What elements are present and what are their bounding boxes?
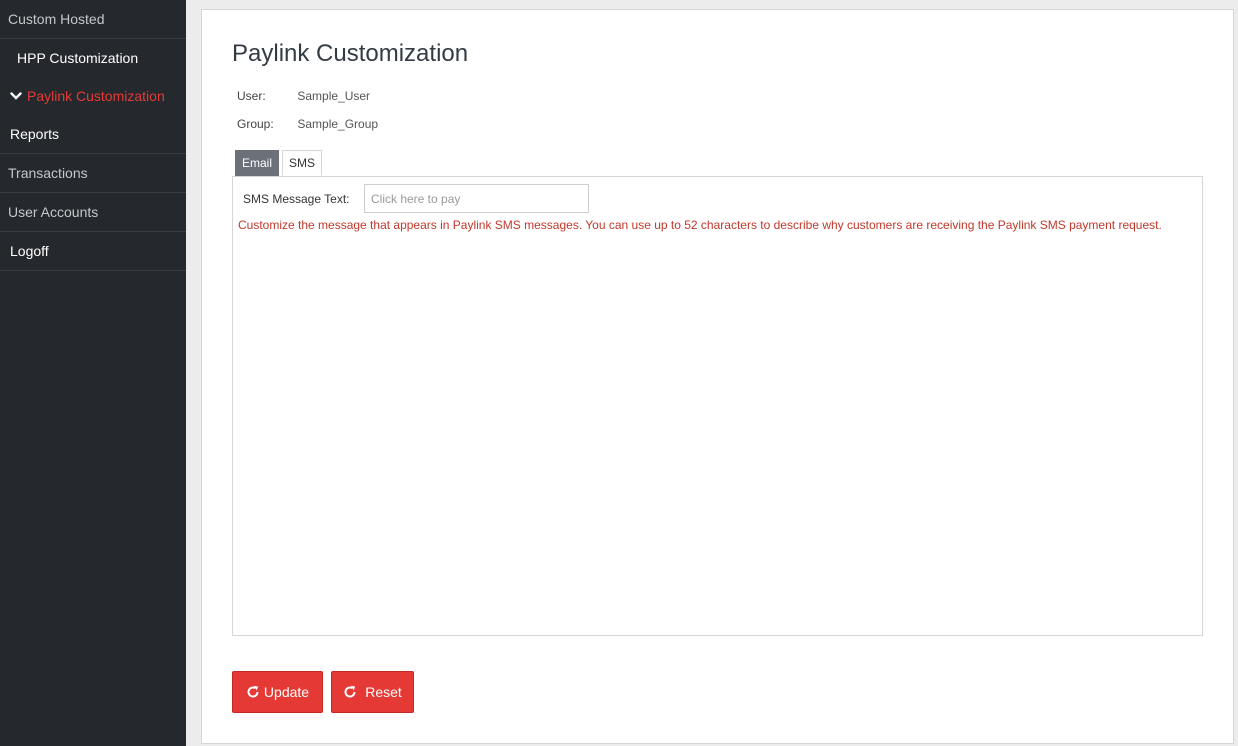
page-title: Paylink Customization (232, 40, 469, 67)
sidebar-item-label: Paylink Customization (27, 88, 165, 104)
sidebar-item-label: Custom Hosted (8, 11, 105, 27)
main-panel: Paylink Customization User: Sample_User … (201, 9, 1234, 744)
group-label: Group: (237, 117, 274, 131)
sidebar-item-logoff[interactable]: Logoff (0, 232, 186, 271)
sidebar-item-reports[interactable]: Reports (0, 115, 186, 154)
tab-sms[interactable]: SMS (282, 150, 323, 176)
user-label: User: (237, 89, 266, 103)
sidebar-item-label: User Accounts (8, 204, 99, 220)
sms-help-text: Customize the message that appears in Pa… (238, 218, 1162, 232)
group-value: Sample_Group (297, 117, 379, 131)
sidebar-item-label: HPP Customization (17, 50, 139, 66)
update-button-label: Update (263, 684, 310, 700)
sidebar-item-custom-hosted[interactable]: Custom Hosted (0, 0, 186, 39)
chevron-down-icon (10, 88, 22, 104)
refresh-icon (343, 685, 357, 699)
sms-tab-content: SMS Message Text: Customize the message … (232, 176, 1203, 636)
tab-email[interactable]: Email (235, 150, 280, 176)
reset-button-label: Reset (365, 684, 402, 700)
sidebar-item-user-accounts[interactable]: User Accounts (0, 193, 186, 232)
tab-bar: Email SMS (235, 150, 323, 176)
update-button[interactable]: Update (232, 671, 323, 713)
sidebar-item-label: Transactions (8, 165, 88, 181)
sidebar-item-hpp-customization[interactable]: HPP Customization (0, 39, 186, 77)
sms-message-input[interactable] (364, 184, 589, 213)
sms-message-label: SMS Message Text: (243, 192, 350, 206)
refresh-icon (246, 685, 260, 699)
sidebar-item-transactions[interactable]: Transactions (0, 154, 186, 193)
group-info-row: Group: Sample_Group (237, 117, 378, 131)
sidebar-item-label: Reports (10, 126, 60, 142)
user-value: Sample_User (297, 89, 371, 103)
user-info-row: User: Sample_User (237, 89, 370, 103)
sidebar: Custom Hosted HPP Customization Paylink … (0, 0, 186, 746)
reset-button[interactable]: Reset (331, 671, 414, 713)
sidebar-item-paylink-customization[interactable]: Paylink Customization (0, 77, 186, 115)
sidebar-item-label: Logoff (10, 243, 49, 259)
